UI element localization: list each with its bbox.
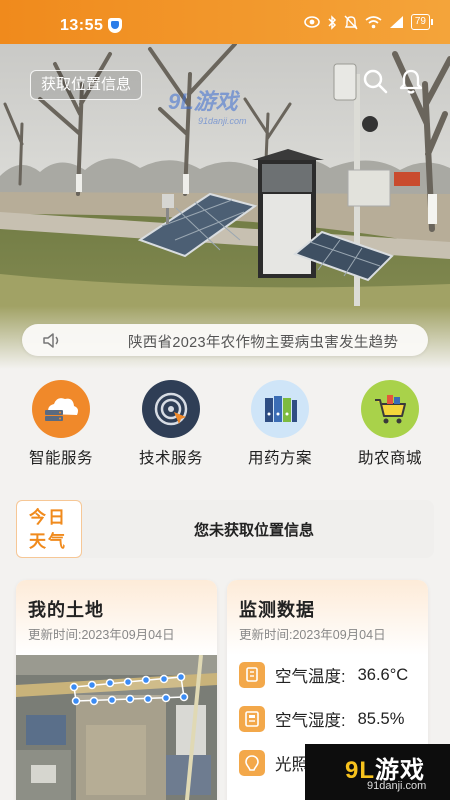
signal-icon	[389, 16, 403, 28]
service-grid: 智能服务 技术服务 用药方案 助农商城	[0, 380, 450, 480]
weather-badge-line1: 今日	[29, 508, 67, 527]
weather-badge: 今日 天气	[16, 500, 82, 558]
monitor-updated: 更新时间:2023年09月04日	[239, 628, 386, 642]
bluetooth-icon	[328, 14, 336, 30]
status-icons: 79	[304, 14, 434, 30]
bell-icon[interactable]	[396, 66, 426, 96]
metric-air-temperature: 空气温度: 36.6°C	[239, 660, 408, 690]
land-satellite-map[interactable]	[16, 655, 217, 800]
service-label: 助农商城	[357, 450, 422, 467]
monitor-title: 监测数据	[239, 600, 315, 620]
service-tech[interactable]: 技术服务	[126, 380, 216, 468]
metric-label: 空气湿度:	[275, 712, 346, 730]
battery-icon: 79	[410, 14, 434, 30]
service-smart[interactable]: 智能服务	[16, 380, 106, 468]
my-land-title: 我的土地	[28, 600, 104, 620]
service-label: 用药方案	[247, 450, 312, 467]
my-land-card[interactable]: 我的土地 更新时间:2023年09月04日	[16, 580, 217, 800]
hero-watermark: 9L游戏 91danji.com	[168, 89, 247, 126]
binders-icon	[251, 380, 309, 438]
metric-label: 光照	[275, 756, 308, 774]
thermometer-icon	[239, 662, 265, 688]
search-icon[interactable]	[360, 66, 390, 96]
weather-message: 您未获取位置信息	[194, 522, 315, 539]
service-mall[interactable]: 助农商城	[345, 380, 435, 468]
shopping-cart-icon	[361, 380, 419, 438]
get-location-button[interactable]: 获取位置信息	[30, 70, 143, 100]
metric-value: 85.5%	[357, 709, 405, 728]
light-icon	[239, 750, 265, 776]
shield-icon	[108, 18, 122, 33]
weather-badge-line2: 天气	[29, 532, 67, 551]
service-pesticide[interactable]: 用药方案	[235, 380, 325, 468]
speaker-icon	[43, 333, 59, 348]
status-bar: 13:55 79	[0, 0, 450, 44]
metric-label: 空气温度:	[275, 668, 346, 686]
weather-card[interactable]: 今日 天气 您未获取位置信息	[16, 500, 434, 558]
metric-air-humidity: 空气湿度: 85.5%	[239, 704, 404, 734]
my-land-updated: 更新时间:2023年09月04日	[28, 628, 175, 642]
watermark-logo: 9L游戏 91danji.com	[305, 744, 450, 800]
radar-cursor-icon	[142, 380, 200, 438]
watermark-url: 91danji.com	[367, 780, 427, 792]
service-label: 智能服务	[28, 450, 93, 467]
mute-icon	[344, 15, 358, 29]
metric-value: 36.6°C	[357, 665, 409, 684]
wifi-icon	[365, 16, 382, 29]
humidity-icon	[239, 706, 265, 732]
cloud-server-icon	[32, 380, 90, 438]
service-label: 技术服务	[138, 450, 203, 467]
eye-icon	[304, 16, 320, 28]
notice-bar[interactable]: 陕西省2023年农作物主要病虫害发生趋势	[22, 324, 428, 356]
status-time: 13:55	[60, 17, 104, 34]
notice-text[interactable]: 陕西省2023年农作物主要病虫害发生趋势	[128, 331, 398, 352]
